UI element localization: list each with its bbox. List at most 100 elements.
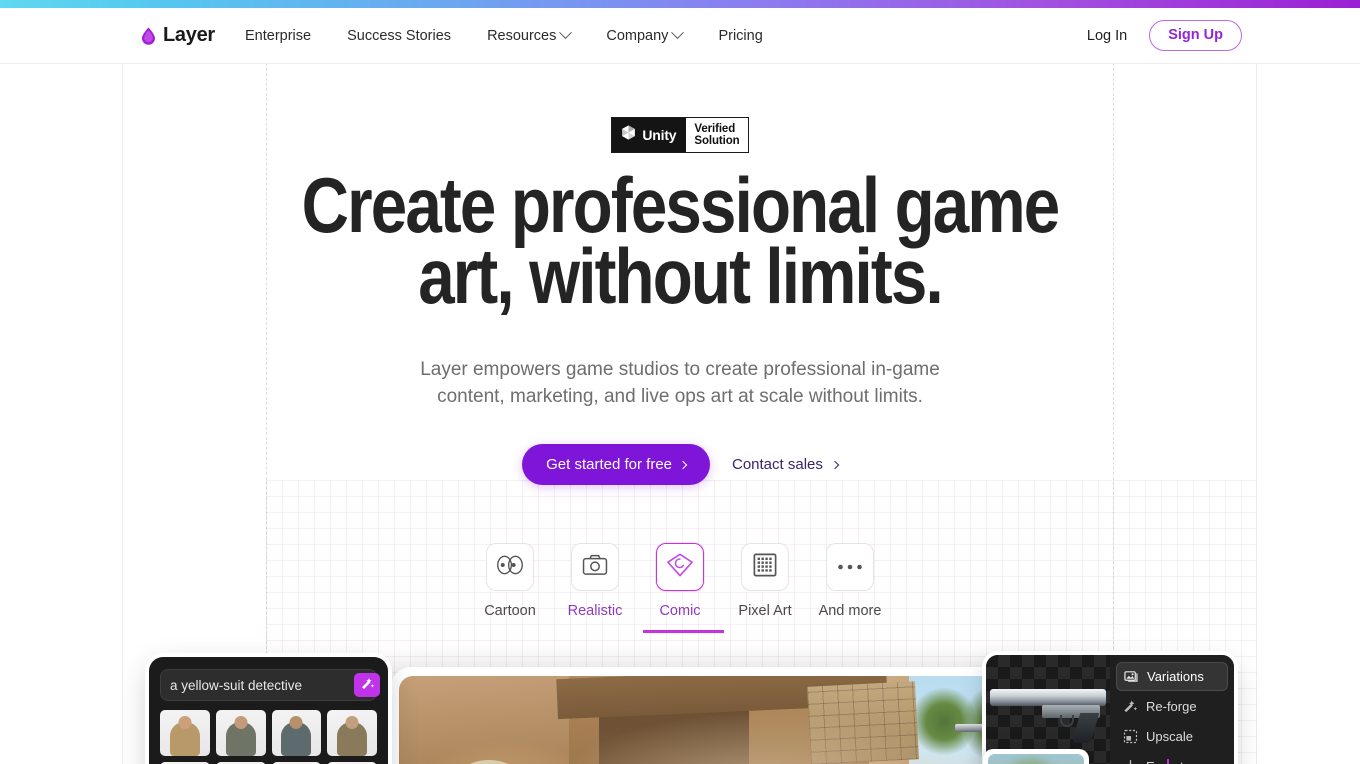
asset-photo: [988, 754, 1084, 764]
unity-badge-wrap: Unity Verified Solution: [0, 117, 1360, 153]
download-icon: [1123, 759, 1138, 764]
style-tabs: Cartoon Realistic Comic Pixel Art And mo…: [0, 543, 1360, 619]
pixel-grid-icon: [753, 553, 777, 582]
top-gradient-bar: [0, 0, 1360, 8]
thumbnail-item[interactable]: [215, 710, 266, 756]
style-tab-cartoon[interactable]: Cartoon: [474, 543, 546, 619]
unity-cube-icon: [620, 124, 637, 146]
nav-label: Enterprise: [245, 27, 312, 44]
nav-item-resources[interactable]: Resources: [487, 26, 573, 44]
droplet-icon: [141, 27, 156, 45]
active-tab-underline: [643, 630, 724, 633]
menu-item-re-forge[interactable]: Re-forge: [1116, 692, 1228, 721]
unity-badge-right: Verified Solution: [686, 118, 748, 152]
login-link[interactable]: Log In: [1087, 28, 1127, 44]
menu-label: Upscale: [1146, 729, 1193, 744]
chevron-down-icon: [671, 26, 685, 40]
contact-sales-button[interactable]: Contact sales: [732, 456, 840, 473]
prompt-input[interactable]: [165, 677, 347, 693]
nav-item-success-stories[interactable]: Success Stories: [347, 28, 451, 44]
nav-label: Company: [606, 27, 669, 44]
pistol-asset: [990, 683, 1114, 743]
images-icon: [1124, 669, 1139, 684]
menu-label: Export: [1146, 759, 1184, 764]
brand-logo[interactable]: Layer: [141, 24, 215, 47]
asset-preview-canvas: [986, 655, 1110, 764]
style-label: Realistic: [567, 603, 623, 619]
thumbnail-item[interactable]: [271, 710, 322, 756]
get-started-button[interactable]: Get started for free: [522, 444, 710, 485]
generate-button[interactable]: [354, 673, 380, 697]
get-started-label: Get started for free: [546, 456, 672, 473]
style-label: And more: [818, 603, 882, 619]
prompt-input-row[interactable]: [160, 669, 380, 701]
chevron-down-icon: [559, 26, 573, 40]
nav-item-pricing[interactable]: Pricing: [718, 28, 762, 44]
style-icon-box: [486, 543, 534, 591]
character-thumbnail-grid: [160, 710, 377, 764]
style-tab-comic[interactable]: Comic: [644, 543, 716, 619]
style-label: Cartoon: [484, 603, 536, 619]
asset-photo-card[interactable]: [983, 749, 1089, 764]
photo-foliage: [998, 756, 1064, 764]
menu-label: Re-forge: [1146, 699, 1197, 714]
main-nav: Enterprise Success Stories Resources Com…: [245, 26, 763, 44]
unity-verified-badge: Unity Verified Solution: [611, 117, 749, 153]
menu-item-variations[interactable]: Variations: [1116, 662, 1228, 691]
thumbnail-item[interactable]: [160, 710, 210, 756]
style-tab-pixel-art[interactable]: Pixel Art: [729, 543, 801, 619]
camera-icon: [582, 554, 608, 581]
style-tab-realistic[interactable]: Realistic: [559, 543, 631, 619]
verified-line-2: Solution: [694, 135, 740, 147]
magic-wand-icon: [1123, 699, 1138, 714]
cartoon-eyes-icon: [496, 555, 524, 580]
soldier-helmet: [441, 760, 537, 764]
nav-label: Resources: [487, 27, 557, 44]
menu-item-upscale[interactable]: Upscale: [1116, 722, 1228, 751]
page-title: Create professional game art, without li…: [109, 166, 1251, 315]
contact-sales-label: Contact sales: [732, 456, 823, 473]
style-icon-box: [656, 543, 704, 591]
style-label: Pixel Art: [738, 603, 792, 619]
upscale-icon: [1123, 729, 1138, 744]
site-header: Layer Enterprise Success Stories Resourc…: [0, 8, 1360, 64]
unity-badge-left: Unity: [612, 118, 687, 152]
nav-label: Pricing: [718, 27, 763, 44]
style-tab-and-more[interactable]: And more: [814, 543, 886, 619]
nav-item-company[interactable]: Company: [606, 26, 685, 44]
pistol-trigger-guard: [1060, 715, 1074, 727]
ellipsis-icon: [837, 558, 863, 576]
prompt-panel: [149, 657, 388, 764]
hero-subtitle: Layer empowers game studios to create pr…: [0, 357, 1360, 411]
menu-item-export[interactable]: Export: [1116, 752, 1228, 764]
magic-wand-icon: [360, 676, 375, 694]
brand-name: Layer: [163, 24, 215, 46]
thumbnail-item[interactable]: [327, 710, 377, 756]
signup-button[interactable]: Sign Up: [1149, 20, 1242, 51]
game-scene-image: [399, 676, 1079, 764]
page-root: Layer Enterprise Success Stories Resourc…: [0, 0, 1360, 764]
menu-label: Variations: [1147, 669, 1204, 684]
style-icon-box: [571, 543, 619, 591]
nav-item-enterprise[interactable]: Enterprise: [245, 28, 311, 44]
style-icon-box: [741, 543, 789, 591]
style-label: Comic: [659, 603, 701, 619]
comic-gem-icon: [665, 552, 695, 583]
asset-context-panel: Variations Re-forge Upscale: [986, 655, 1234, 764]
magenta-guide-line: [1167, 759, 1169, 764]
chevron-right-icon: [678, 460, 688, 469]
context-menu: Variations Re-forge Upscale: [1110, 655, 1234, 764]
scene-soldier: [429, 734, 561, 764]
subtitle-line-1: Layer empowers game studios to create pr…: [420, 359, 940, 380]
hero-section: Unity Verified Solution Create professio…: [0, 65, 1360, 764]
hero-cta-row: Get started for free Contact sales: [0, 444, 1360, 485]
game-preview-card[interactable]: [390, 667, 1088, 764]
headline-line-2: art, without limits.: [418, 231, 943, 320]
chevron-right-icon: [830, 460, 840, 469]
subtitle-line-2: content, marketing, and live ops art at …: [437, 385, 923, 407]
pistol-slide: [990, 689, 1106, 706]
unity-label: Unity: [642, 127, 677, 143]
style-icon-box: [826, 543, 874, 591]
header-actions: Log In Sign Up: [1087, 20, 1242, 51]
nav-label: Success Stories: [347, 27, 452, 44]
